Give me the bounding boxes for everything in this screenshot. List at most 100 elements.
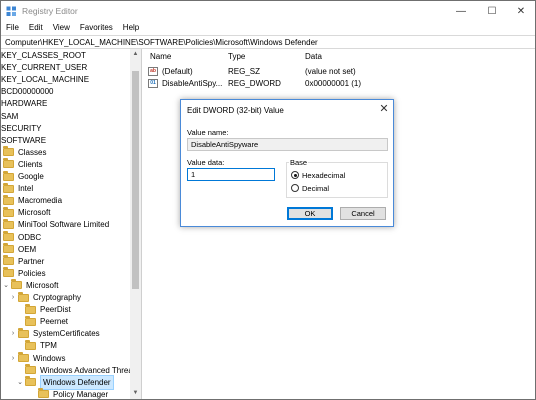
value-row[interactable]: ab (Default) REG_SZ (value not set) — [148, 66, 528, 78]
tree-item[interactable]: SECURITY — [1, 122, 41, 135]
tree-scrollbar[interactable]: ▲ ▼ — [130, 49, 141, 399]
tree-item[interactable]: ODBC — [3, 231, 41, 244]
tree-item-label: SECURITY — [1, 123, 42, 133]
tree-item-label: HARDWARE — [1, 99, 48, 109]
value-data-label: Value data: — [187, 158, 225, 167]
collapse-chevron-icon[interactable]: ⌄ — [16, 376, 24, 389]
value-name-field: DisableAntiSpyware — [187, 138, 388, 151]
tree-item-label: Peernet — [40, 317, 69, 327]
value-data: 0x00000001 (1) — [305, 79, 362, 88]
tree-item[interactable]: Partner — [3, 255, 44, 268]
tree-item[interactable]: Google — [3, 170, 44, 183]
value-row[interactable]: 01 DisableAntiSpy... REG_DWORD 0x0000000… — [148, 78, 528, 90]
radio-selected-icon — [291, 171, 299, 179]
tree-item[interactable]: ⌄ Microsoft — [2, 279, 58, 292]
close-window-button[interactable]: ✕ — [506, 1, 536, 21]
folder-icon — [3, 206, 14, 217]
collapse-chevron-icon[interactable]: ⌄ — [2, 279, 10, 292]
tree-item[interactable]: MiniTool Software Limited — [3, 218, 109, 231]
folder-icon — [3, 231, 14, 241]
menu-favorites[interactable]: Favorites — [75, 21, 118, 35]
registry-tree: KEY_CLASSES_ROOT KEY_CURRENT_USER KEY_LOCA… — [1, 49, 142, 399]
tree-item[interactable]: OEM — [3, 243, 36, 256]
radio-hexadecimal[interactable]: Hexadecimal — [291, 170, 345, 180]
menu-edit[interactable]: Edit — [24, 21, 48, 35]
value-data: (value not set) — [305, 67, 356, 76]
value-data-input[interactable] — [187, 168, 275, 181]
tree-item-label: Partner — [18, 256, 45, 266]
address-bar[interactable]: Computer\HKEY_LOCAL_MACHINE\SOFTWARE\Pol… — [1, 35, 535, 49]
tree-item-label: Policy Manager — [53, 389, 109, 399]
tree-item-label: Cryptography — [33, 293, 82, 302]
tree-item-label: SOFTWARE — [1, 135, 47, 145]
folder-icon — [18, 291, 29, 302]
tree-item-label: KEY_CLASSES_ROOT — [1, 51, 86, 60]
tree-item[interactable]: Macromedia — [3, 194, 62, 207]
value-name-label: Value name: — [187, 128, 229, 137]
registry-editor-window: Registry Editor — ☐ ✕ File Edit View Fav… — [0, 0, 536, 400]
value-name: DisableAntiSpy... — [162, 79, 223, 88]
tree-item[interactable]: BCD00000000 — [1, 85, 53, 98]
expand-chevron-icon[interactable]: › — [9, 291, 17, 304]
radio-label: Hexadecimal — [302, 170, 346, 180]
expand-chevron-icon[interactable]: › — [9, 327, 17, 340]
scroll-up-icon[interactable]: ▲ — [130, 49, 141, 60]
tree-item[interactable]: KEY_CLASSES_ROOT — [1, 49, 86, 62]
folder-icon — [18, 327, 29, 338]
tree-item[interactable]: KEY_CURRENT_USER — [1, 61, 87, 74]
tree-item[interactable]: Policy Manager — [38, 388, 108, 399]
cancel-button[interactable]: Cancel — [340, 207, 386, 220]
tree-item-label: Macromedia — [18, 196, 63, 206]
folder-icon — [25, 376, 36, 387]
minimize-button[interactable]: — — [446, 1, 476, 21]
folder-icon — [3, 158, 14, 169]
folder-icon — [25, 303, 36, 314]
tree-item[interactable]: SAM — [1, 110, 18, 123]
folder-icon — [3, 194, 14, 205]
menu-help[interactable]: Help — [118, 21, 144, 35]
folder-icon — [3, 146, 14, 157]
column-header-name[interactable]: Name — [150, 51, 171, 63]
tree-item[interactable]: KEY_LOCAL_MACHINE — [1, 73, 89, 86]
folder-icon — [3, 243, 14, 254]
menu-view[interactable]: View — [48, 21, 75, 35]
tree-item-label: KEY_CURRENT_USER — [1, 63, 88, 73]
dialog-close-icon[interactable]: ✕ — [377, 102, 391, 116]
radio-unselected-icon — [291, 184, 299, 192]
column-header-type[interactable]: Type — [228, 51, 245, 63]
tree-item[interactable]: Peernet — [25, 315, 68, 328]
tree-item[interactable]: › Windows — [9, 352, 65, 365]
scroll-down-icon[interactable]: ▼ — [130, 388, 141, 399]
folder-icon — [3, 182, 14, 193]
tree-item[interactable]: › SystemCertificates — [9, 327, 100, 340]
folder-icon — [3, 255, 14, 266]
tree-item[interactable]: Intel — [3, 182, 33, 195]
tree-item[interactable]: SOFTWARE — [1, 134, 46, 147]
value-type: REG_SZ — [228, 67, 261, 76]
tree-item[interactable]: Microsoft — [3, 206, 50, 219]
scrollbar-thumb[interactable] — [132, 71, 139, 289]
ok-button[interactable]: OK — [287, 207, 333, 220]
expand-chevron-icon[interactable]: › — [9, 352, 17, 365]
column-header-data[interactable]: Data — [305, 51, 322, 63]
menu-file[interactable]: File — [1, 21, 24, 35]
tree-item-label: KEY_LOCAL_MACHINE — [1, 75, 90, 85]
tree-item[interactable]: Classes — [3, 146, 46, 159]
dword-value-icon: 01 — [148, 79, 158, 89]
tree-item[interactable]: ⌄ Windows Defender — [16, 374, 114, 390]
tree-item[interactable]: Clients — [3, 158, 42, 171]
tree-item[interactable]: HARDWARE — [1, 97, 47, 110]
tree-item-label: SAM — [1, 111, 19, 121]
radio-label: Decimal — [302, 183, 330, 193]
radio-decimal[interactable]: Decimal — [291, 183, 329, 193]
tree-item-label: Microsoft — [18, 208, 51, 218]
folder-icon — [11, 279, 22, 290]
string-value-icon: ab — [148, 67, 158, 77]
tree-item[interactable]: Policies — [3, 267, 46, 280]
tree-item[interactable]: TPM — [25, 339, 57, 352]
tree-item[interactable]: › Cryptography — [9, 291, 81, 304]
edit-dword-dialog: Edit DWORD (32-bit) Value ✕ Value name: … — [180, 99, 394, 227]
maximize-button[interactable]: ☐ — [477, 1, 507, 21]
tree-item-label: Windows — [33, 353, 66, 363]
tree-item[interactable]: PeerDist — [25, 303, 71, 316]
